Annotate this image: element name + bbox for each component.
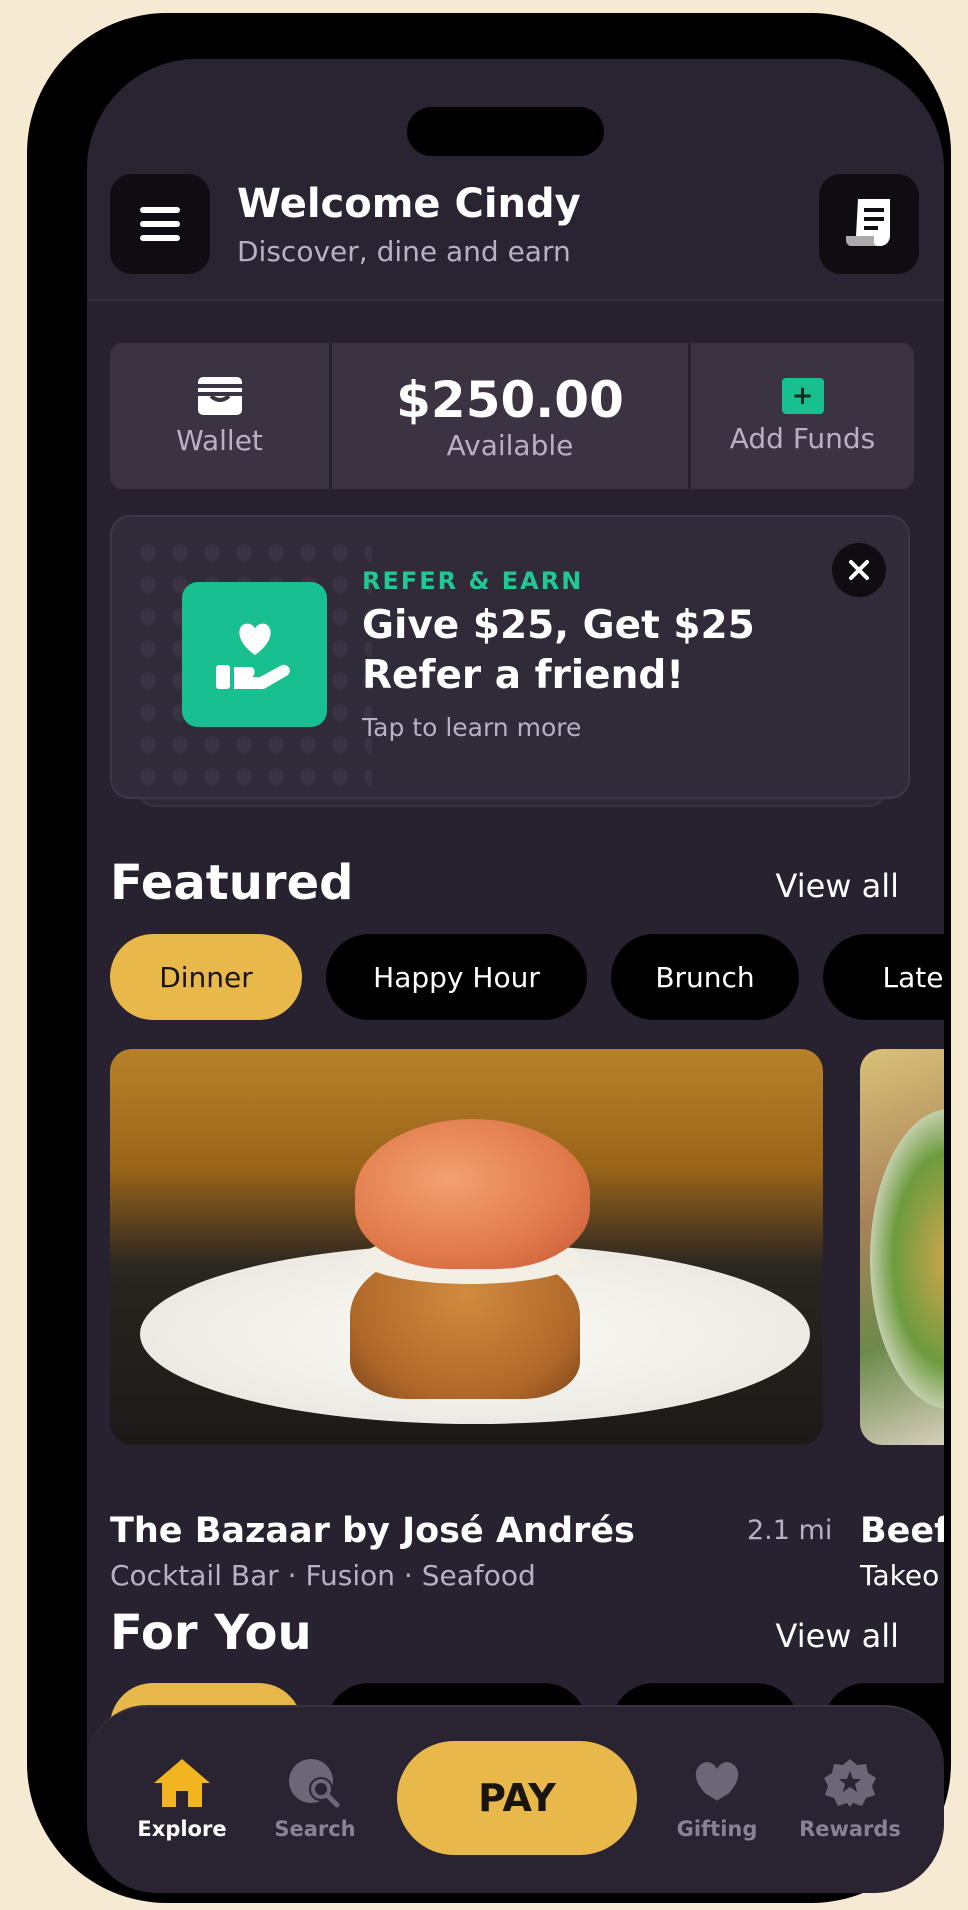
pay-button[interactable]: PAY (397, 1741, 637, 1855)
bottom-tab-bar: Explore Search PAY Gifting Rewards (87, 1705, 944, 1893)
menu-button[interactable] (110, 174, 210, 274)
tab-label: Search (274, 1817, 356, 1841)
featured-view-all-link[interactable]: View all (776, 867, 900, 905)
wallet-label: Wallet (176, 423, 263, 457)
tab-label: Explore (137, 1817, 227, 1841)
refer-banner[interactable]: REFER & EARN Give $25, Get $25 Refer a f… (110, 515, 910, 799)
receipt-button[interactable] (819, 174, 919, 274)
app-screen: Welcome Cindy Discover, dine and earn Wa… (87, 59, 944, 1893)
dynamic-island (407, 107, 604, 156)
app-header: Welcome Cindy Discover, dine and earn (87, 59, 944, 301)
restaurant-tags: Cocktail Bar · Fusion · Seafood (110, 1559, 536, 1592)
restaurant-tags: Takeo (860, 1559, 940, 1592)
close-icon (849, 560, 869, 580)
phone-frame: Welcome Cindy Discover, dine and earn Wa… (27, 13, 951, 1903)
welcome-title: Welcome Cindy (237, 181, 581, 227)
close-button[interactable] (832, 543, 886, 597)
balance-amount: $250.00 (396, 370, 624, 429)
tab-rewards[interactable]: Rewards (790, 1757, 910, 1841)
refer-headline: Give $25, Get $25 Refer a friend! (362, 603, 755, 698)
featured-title: Featured (110, 855, 354, 911)
refer-hint: Tap to learn more (362, 713, 582, 742)
add-funds-button[interactable]: + Add Funds (691, 343, 914, 489)
plus-icon: + (781, 377, 824, 414)
restaurant-card-image[interactable] (110, 1049, 823, 1445)
balance-label: Available (446, 428, 574, 462)
tab-gifting[interactable]: Gifting (657, 1757, 777, 1841)
hamburger-menu-icon (140, 207, 180, 241)
tab-explore[interactable]: Explore (122, 1757, 242, 1841)
food-graphic (355, 1119, 590, 1269)
chip-dinner[interactable]: Dinner (110, 934, 302, 1020)
welcome-subtitle: Discover, dine and earn (237, 235, 571, 268)
wallet-button[interactable]: Wallet (110, 343, 329, 489)
balance-display: $250.00 Available (332, 343, 688, 489)
receipt-icon (845, 199, 890, 246)
salad-graphic (870, 1109, 944, 1409)
home-icon (154, 1759, 210, 1807)
wallet-icon (197, 376, 242, 415)
restaurant-distance: 2.1 mi (747, 1515, 833, 1546)
wallet-card: Wallet $250.00 Available + Add Funds (110, 343, 914, 489)
restaurant-name[interactable]: Beefs (860, 1511, 944, 1551)
refer-kicker: REFER & EARN (362, 567, 584, 595)
add-funds-label: Add Funds (729, 421, 876, 455)
restaurant-name[interactable]: The Bazaar by José Andrés (110, 1511, 635, 1551)
for-you-view-all-link[interactable]: View all (776, 1617, 900, 1655)
tab-search[interactable]: Search (255, 1757, 375, 1841)
featured-category-chips: Dinner Happy Hour Brunch Late (110, 934, 944, 1020)
for-you-title: For You (110, 1605, 312, 1661)
tab-label: Gifting (676, 1817, 758, 1841)
gifting-heart-icon (689, 1762, 745, 1806)
rewards-badge-icon (824, 1759, 876, 1807)
chip-happy-hour[interactable]: Happy Hour (326, 934, 587, 1020)
globe-search-icon (289, 1759, 340, 1808)
chip-late[interactable]: Late (823, 934, 944, 1020)
tab-label: Rewards (799, 1817, 901, 1841)
heart-hand-icon (182, 582, 327, 727)
restaurant-card-image[interactable] (860, 1049, 944, 1445)
chip-brunch[interactable]: Brunch (611, 934, 799, 1020)
